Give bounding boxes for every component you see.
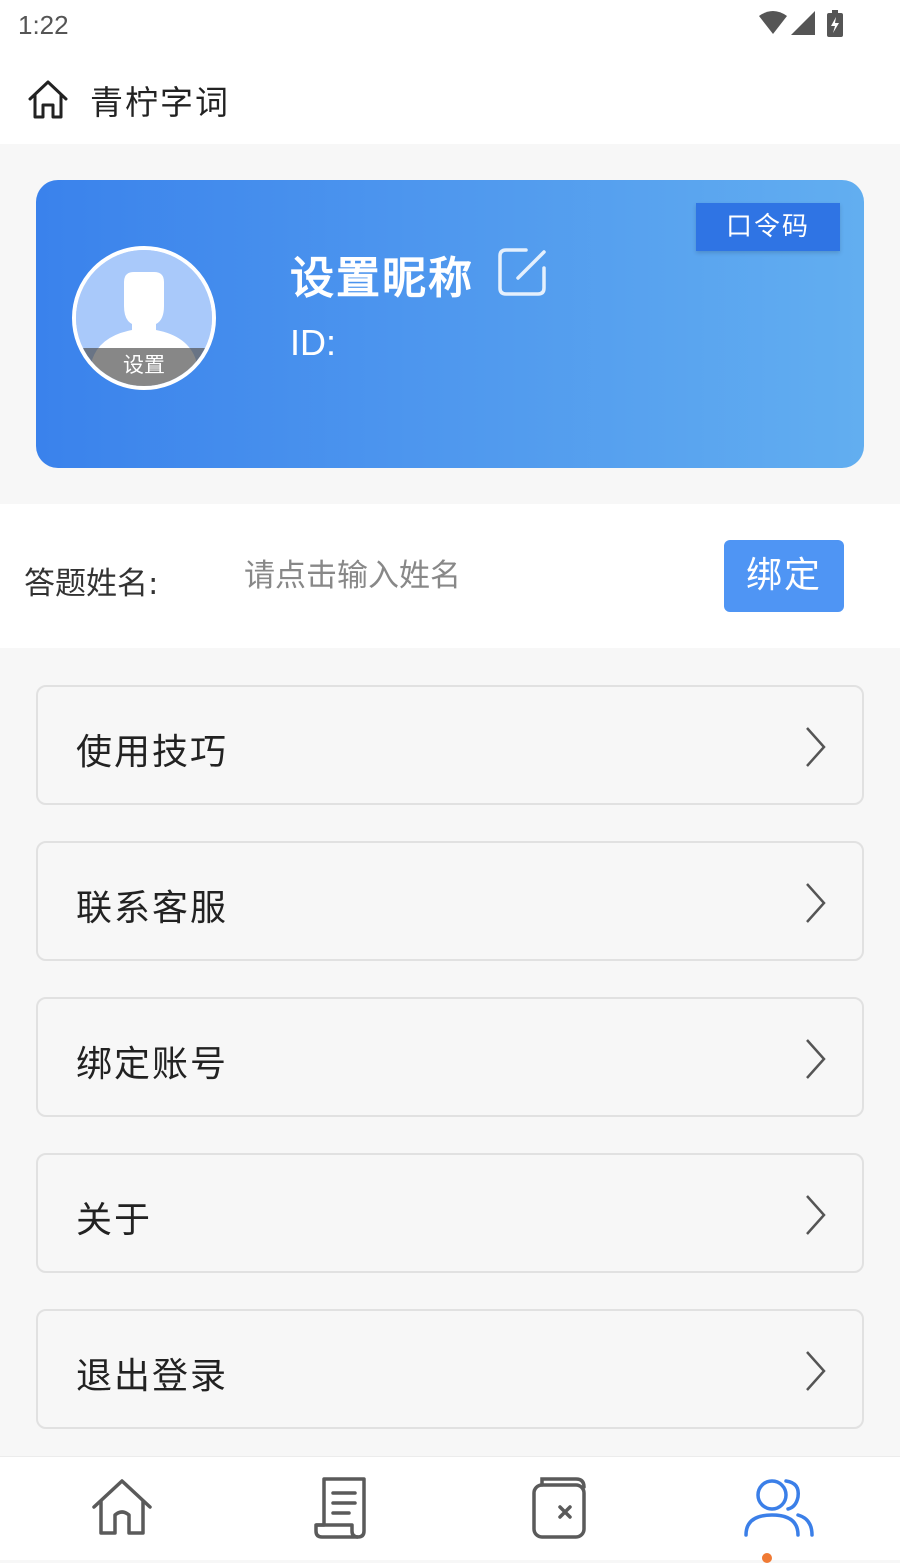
chevron-right-icon — [806, 727, 826, 767]
menu-item-logout[interactable]: 退出登录 — [36, 1309, 864, 1429]
chevron-right-icon — [806, 1039, 826, 1079]
bottom-nav — [0, 1456, 900, 1563]
edit-icon[interactable] — [496, 246, 548, 298]
menu-item-label: 退出登录 — [76, 1356, 229, 1397]
menu-item-bind-account[interactable]: 绑定账号 — [36, 997, 864, 1117]
tab-documents[interactable] — [306, 1471, 378, 1543]
bind-button[interactable]: 绑定 — [724, 540, 844, 612]
signal-icon — [791, 11, 815, 35]
wifi-icon — [759, 11, 787, 34]
notification-dot — [762, 1553, 772, 1563]
home-icon — [92, 1479, 152, 1535]
user-id: ID: — [290, 322, 337, 363]
menu-item-label: 关于 — [76, 1200, 153, 1241]
app-title: 青柠字词 — [90, 83, 230, 122]
chevron-right-icon — [806, 883, 826, 923]
nickname[interactable]: 设置昵称 — [290, 242, 474, 306]
chevron-right-icon — [806, 1195, 826, 1235]
avatar-set-label: 设置 — [76, 348, 212, 386]
menu-item-label: 绑定账号 — [76, 1044, 229, 1085]
answer-name-row: 答题姓名: 绑定 — [0, 504, 900, 648]
chevron-right-icon — [806, 1351, 826, 1391]
tab-home[interactable] — [86, 1471, 158, 1543]
menu-item-label: 联系客服 — [76, 888, 229, 929]
passcode-button[interactable]: 口令码 — [696, 203, 840, 251]
tab-wrong-book[interactable] — [522, 1471, 594, 1543]
home-icon[interactable] — [26, 77, 70, 121]
battery-charging-icon — [827, 10, 843, 37]
users-icon — [744, 1479, 814, 1537]
document-icon — [314, 1477, 366, 1539]
status-bar: 1:22 — [0, 0, 900, 50]
tab-profile[interactable] — [742, 1471, 814, 1543]
menu-item-tips[interactable]: 使用技巧 — [36, 685, 864, 805]
app-header: 青柠字词 — [0, 50, 900, 144]
avatar[interactable]: 设置 — [72, 246, 216, 390]
answer-name-input[interactable] — [244, 554, 664, 598]
menu-item-contact-service[interactable]: 联系客服 — [36, 841, 864, 961]
wrong-book-icon — [532, 1477, 586, 1539]
menu-item-label: 使用技巧 — [76, 732, 229, 773]
answer-name-label: 答题姓名: — [24, 566, 159, 602]
status-time: 1:22 — [18, 10, 69, 40]
menu-item-about[interactable]: 关于 — [36, 1153, 864, 1273]
